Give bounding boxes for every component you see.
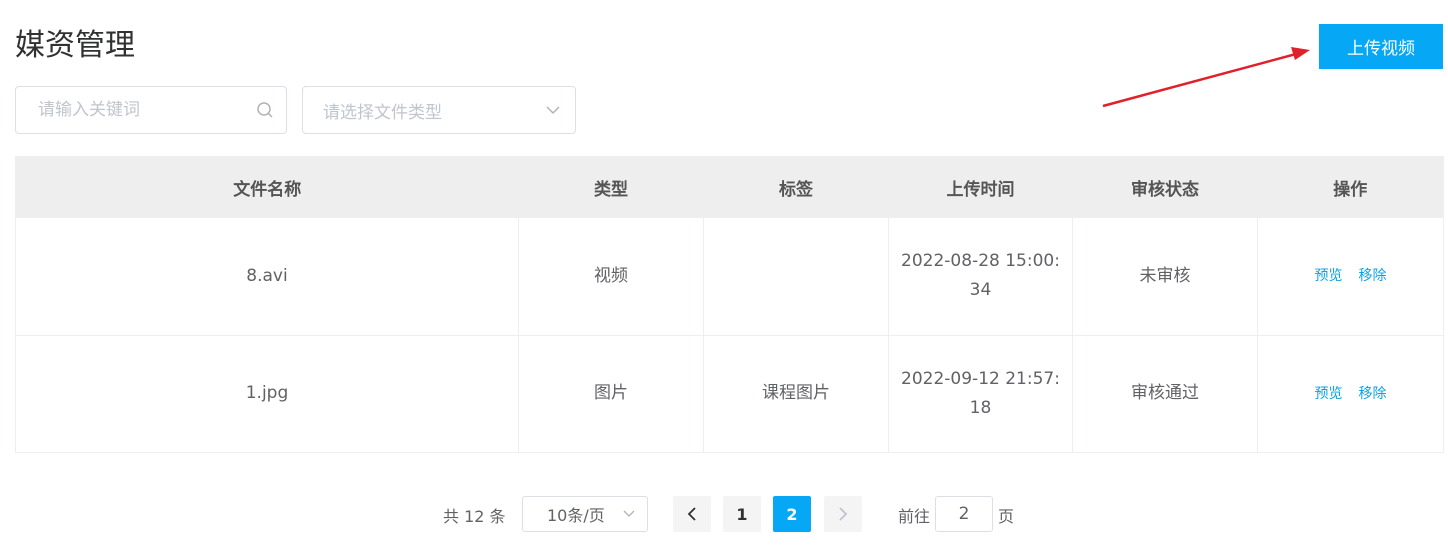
goto-page-input[interactable] (935, 496, 993, 532)
cell-review-status: 未审核 (1072, 218, 1258, 336)
page-size-select[interactable]: 10条/页 (522, 496, 648, 532)
page-button-1[interactable]: 1 (723, 496, 761, 532)
preview-link[interactable]: 预览 (1315, 386, 1343, 402)
file-type-placeholder: 请选择文件类型 (323, 102, 442, 123)
table-row: 8.avi 视频 2022-08-28 15:00:34 未审核 预览 移除 (15, 218, 1444, 336)
prev-page-button[interactable] (673, 496, 711, 532)
remove-link[interactable]: 移除 (1359, 386, 1387, 402)
cell-file-name: 1.jpg (15, 335, 519, 453)
next-page-button[interactable] (824, 496, 862, 532)
chevron-down-icon (545, 105, 561, 115)
cell-tag: 课程图片 (703, 335, 889, 453)
column-header-file-name: 文件名称 (15, 156, 519, 218)
column-header-actions: 操作 (1257, 156, 1444, 218)
goto-suffix: 页 (998, 507, 1015, 526)
page-size-value: 10条/页 (547, 506, 605, 525)
column-header-upload-time: 上传时间 (888, 156, 1073, 218)
table-header-row: 文件名称 类型 标签 上传时间 审核状态 操作 (15, 156, 1444, 218)
preview-link[interactable]: 预览 (1315, 268, 1343, 284)
upload-video-button[interactable]: 上传视频 (1319, 24, 1443, 69)
cell-file-name: 8.avi (15, 218, 519, 336)
cell-review-status: 审核通过 (1072, 335, 1258, 453)
cell-type: 图片 (518, 335, 704, 453)
page-button-2[interactable]: 2 (773, 496, 811, 532)
cell-tag (703, 218, 889, 336)
media-table: 文件名称 类型 标签 上传时间 审核状态 操作 8.avi 视频 2022-08… (15, 156, 1444, 453)
cell-type: 视频 (518, 218, 704, 336)
cell-upload-time: 2022-08-28 15:00:34 (888, 218, 1073, 336)
search-icon[interactable] (256, 101, 274, 119)
table-row: 1.jpg 图片 课程图片 2022-09-12 21:57:18 审核通过 预… (15, 335, 1444, 453)
column-header-tag: 标签 (703, 156, 889, 218)
chevron-right-icon (838, 507, 848, 521)
pagination-total: 共 12 条 (443, 507, 506, 526)
search-field[interactable] (15, 86, 287, 134)
goto-prefix: 前往 (898, 507, 931, 526)
file-type-select[interactable]: 请选择文件类型 (302, 86, 576, 134)
cell-upload-time: 2022-09-12 21:57:18 (888, 335, 1073, 453)
search-input[interactable] (36, 99, 256, 121)
remove-link[interactable]: 移除 (1359, 268, 1387, 284)
cell-actions: 预览 移除 (1257, 218, 1444, 336)
chevron-left-icon (687, 507, 697, 521)
cell-actions: 预览 移除 (1257, 335, 1444, 453)
column-header-review-status: 审核状态 (1072, 156, 1258, 218)
chevron-down-icon (623, 510, 635, 518)
page-title: 媒资管理 (15, 28, 135, 63)
column-header-type: 类型 (518, 156, 704, 218)
